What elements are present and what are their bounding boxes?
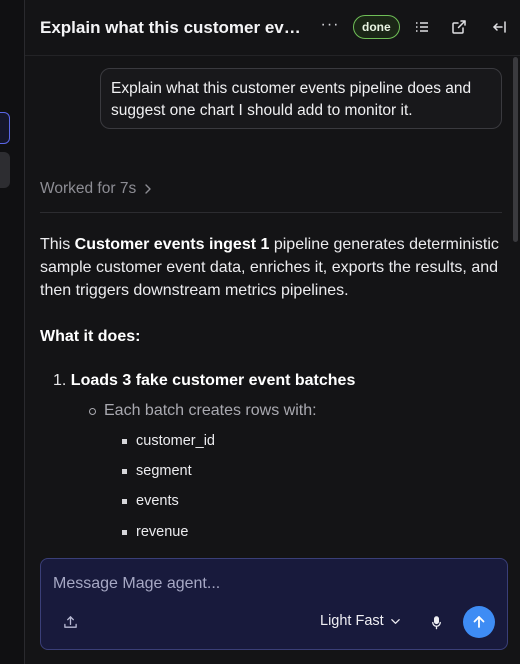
agent-answer-intro: This Customer events ingest 1 pipeline g… (40, 233, 502, 302)
chevron-down-icon (390, 618, 400, 624)
field-name: events (136, 493, 179, 509)
field-name: segment (136, 463, 192, 479)
left-sidebar-strip (0, 0, 25, 664)
field-name: customer_id (136, 433, 215, 449)
step-detail: Each batch creates rows with: (104, 402, 317, 419)
message-list[interactable]: Explain what this customer events pipeli… (25, 57, 520, 547)
chat-header: Explain what this customer events pipeli… (25, 0, 520, 56)
square-bullet-icon (122, 498, 127, 504)
user-message: Explain what this customer events pipeli… (100, 68, 502, 129)
attach-button[interactable] (61, 613, 79, 631)
list-item: events (122, 493, 179, 509)
external-link-icon (452, 20, 466, 34)
chevron-right-icon (145, 184, 151, 194)
send-button[interactable] (463, 606, 495, 638)
divider (40, 212, 502, 213)
list-item: customer_id (122, 433, 215, 449)
microphone-icon (431, 615, 441, 629)
square-bullet-icon (122, 438, 127, 444)
scrollbar-thumb[interactable] (513, 57, 518, 242)
sidebar-item[interactable] (0, 152, 10, 188)
message-composer: Light Fast (40, 558, 508, 650)
microphone-button[interactable] (427, 613, 445, 631)
collapse-panel-icon (493, 21, 506, 33)
arrow-up-icon (473, 616, 485, 628)
list-item: Each batch creates rows with: (89, 402, 317, 420)
list-item: segment (122, 463, 192, 479)
worked-for-label: Worked for 7s (40, 180, 137, 197)
sidebar-item-active[interactable] (0, 112, 10, 144)
list-item: revenue (122, 524, 188, 540)
list-item: 1. Loads 3 fake customer event batches (53, 372, 355, 390)
list-button[interactable] (411, 16, 433, 38)
pipeline-name: Customer events ingest 1 (74, 236, 270, 253)
step-text: Loads 3 fake customer event batches (70, 372, 356, 389)
intro-prefix: This (40, 236, 75, 253)
model-label: Light Fast (320, 613, 384, 629)
message-input[interactable] (53, 573, 473, 595)
model-selector[interactable]: Light Fast (320, 613, 401, 629)
agent-chat-panel: Explain what this customer events pipeli… (25, 0, 520, 664)
collapse-panel-button[interactable] (488, 16, 510, 38)
field-name: revenue (136, 524, 189, 540)
square-bullet-icon (122, 468, 127, 474)
worked-for-toggle[interactable]: Worked for 7s (40, 180, 154, 198)
chat-title: Explain what this customer events pipeli… (40, 18, 308, 37)
what-it-does-heading: What it does: (40, 328, 141, 345)
list-icon (416, 22, 428, 32)
square-bullet-icon (122, 529, 127, 535)
upload-icon (63, 615, 77, 628)
open-external-button[interactable] (448, 16, 470, 38)
status-badge: done (353, 15, 400, 39)
circle-bullet-icon (89, 407, 96, 415)
step-number: 1. (53, 372, 67, 389)
more-options-button[interactable]: ··· (320, 16, 340, 38)
